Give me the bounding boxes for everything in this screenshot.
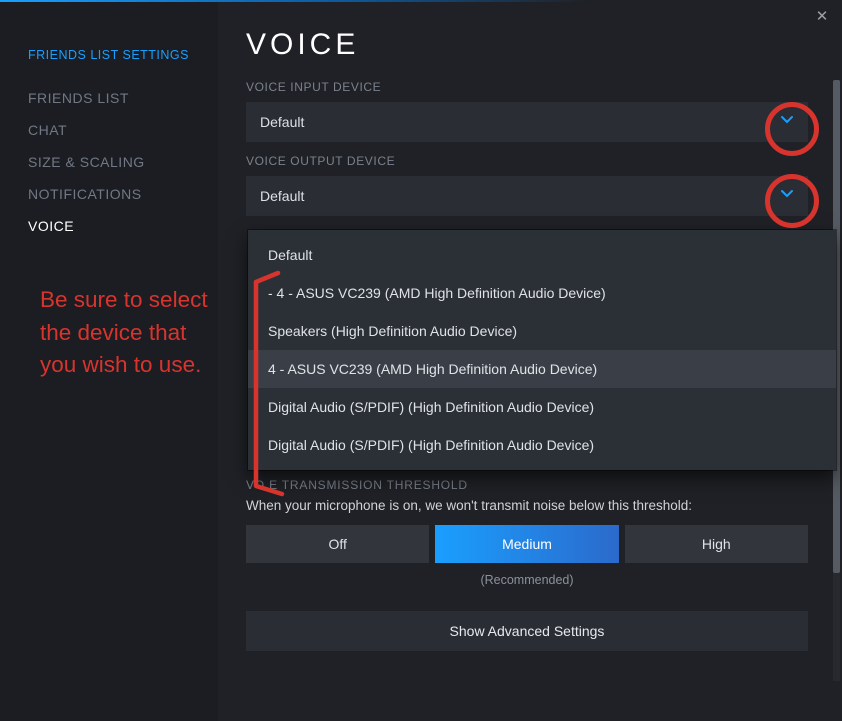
- voice-input-select[interactable]: Default: [246, 102, 808, 142]
- show-advanced-label: Show Advanced Settings: [450, 623, 605, 639]
- dropdown-option[interactable]: Speakers (High Definition Audio Device): [248, 312, 836, 350]
- sidebar-item-friends-list[interactable]: FRIENDS LIST: [28, 82, 218, 114]
- chevron-down-icon: [780, 113, 794, 132]
- main-panel: VOICE VOICE INPUT DEVICE Default VOICE O…: [218, 0, 842, 721]
- voice-output-select[interactable]: Default: [246, 176, 808, 216]
- threshold-segmented-control: OffMediumHigh: [246, 525, 808, 563]
- dropdown-option[interactable]: 4 - ASUS VC239 (AMD High Definition Audi…: [248, 350, 836, 388]
- sidebar-item-size-scaling[interactable]: SIZE & SCALING: [28, 146, 218, 178]
- recommended-label: (Recommended): [246, 573, 808, 587]
- sidebar: FRIENDS LIST SETTINGS FRIENDS LISTCHATSI…: [0, 0, 218, 721]
- dropdown-option[interactable]: - 4 - ASUS VC239 (AMD High Definition Au…: [248, 274, 836, 312]
- chevron-down-icon: [780, 187, 794, 206]
- show-advanced-button[interactable]: Show Advanced Settings: [246, 611, 808, 651]
- threshold-option-medium[interactable]: Medium: [435, 525, 618, 563]
- voice-input-label: VOICE INPUT DEVICE: [246, 80, 808, 94]
- threshold-option-off[interactable]: Off: [246, 525, 429, 563]
- voice-output-label: VOICE OUTPUT DEVICE: [246, 154, 808, 168]
- sidebar-title: FRIENDS LIST SETTINGS: [28, 48, 218, 62]
- voice-output-value: Default: [260, 188, 304, 204]
- sidebar-item-chat[interactable]: CHAT: [28, 114, 218, 146]
- page-title: VOICE: [246, 28, 808, 62]
- voice-output-dropdown[interactable]: Default- 4 - ASUS VC239 (AMD High Defini…: [248, 230, 836, 470]
- dropdown-option[interactable]: Digital Audio (S/PDIF) (High Definition …: [248, 426, 836, 464]
- dropdown-option[interactable]: Default: [248, 236, 836, 274]
- threshold-heading: VO E TRANSMISSION THRESHOLD: [246, 478, 808, 492]
- voice-input-value: Default: [260, 114, 304, 130]
- layout: FRIENDS LIST SETTINGS FRIENDS LISTCHATSI…: [0, 0, 842, 721]
- dropdown-option[interactable]: Digital Audio (S/PDIF) (High Definition …: [248, 388, 836, 426]
- sidebar-item-notifications[interactable]: NOTIFICATIONS: [28, 178, 218, 210]
- sidebar-item-voice[interactable]: VOICE: [28, 210, 218, 242]
- threshold-description: When your microphone is on, we won't tra…: [246, 498, 808, 513]
- threshold-option-high[interactable]: High: [625, 525, 808, 563]
